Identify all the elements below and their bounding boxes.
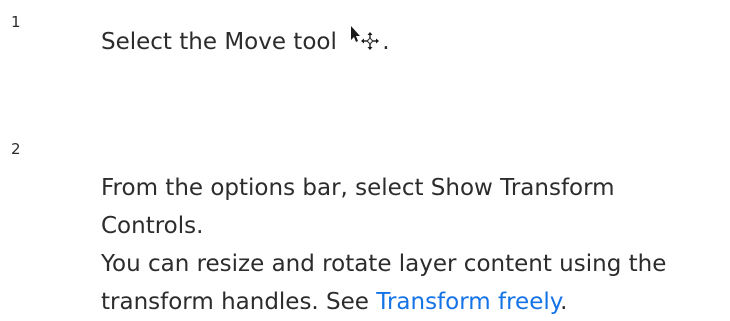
step-2-line-4-suffix: .: [560, 289, 568, 315]
step-2-line-1: From the options bar, select Show Transf…: [101, 175, 615, 201]
step-2-line-2: Controls.: [101, 213, 204, 239]
move-tool-icon: [348, 25, 382, 53]
step-2-line-4-prefix: transform handles. See: [101, 289, 377, 315]
step-number-1: 1: [11, 13, 21, 31]
step-2-line-3: You can resize and rotate layer content …: [101, 251, 667, 277]
transform-freely-link[interactable]: Transform freely: [376, 289, 560, 315]
step-number-2: 2: [11, 140, 21, 158]
step-1-text: Select the Move tool .: [101, 23, 390, 61]
step-1-label: Select the Move tool: [101, 29, 337, 55]
step-2-line-4: transform handles. See Transform freely.: [101, 283, 666, 321]
step-2-text: From the options bar, select Show Transf…: [101, 169, 666, 321]
step-1-period: .: [382, 29, 390, 55]
